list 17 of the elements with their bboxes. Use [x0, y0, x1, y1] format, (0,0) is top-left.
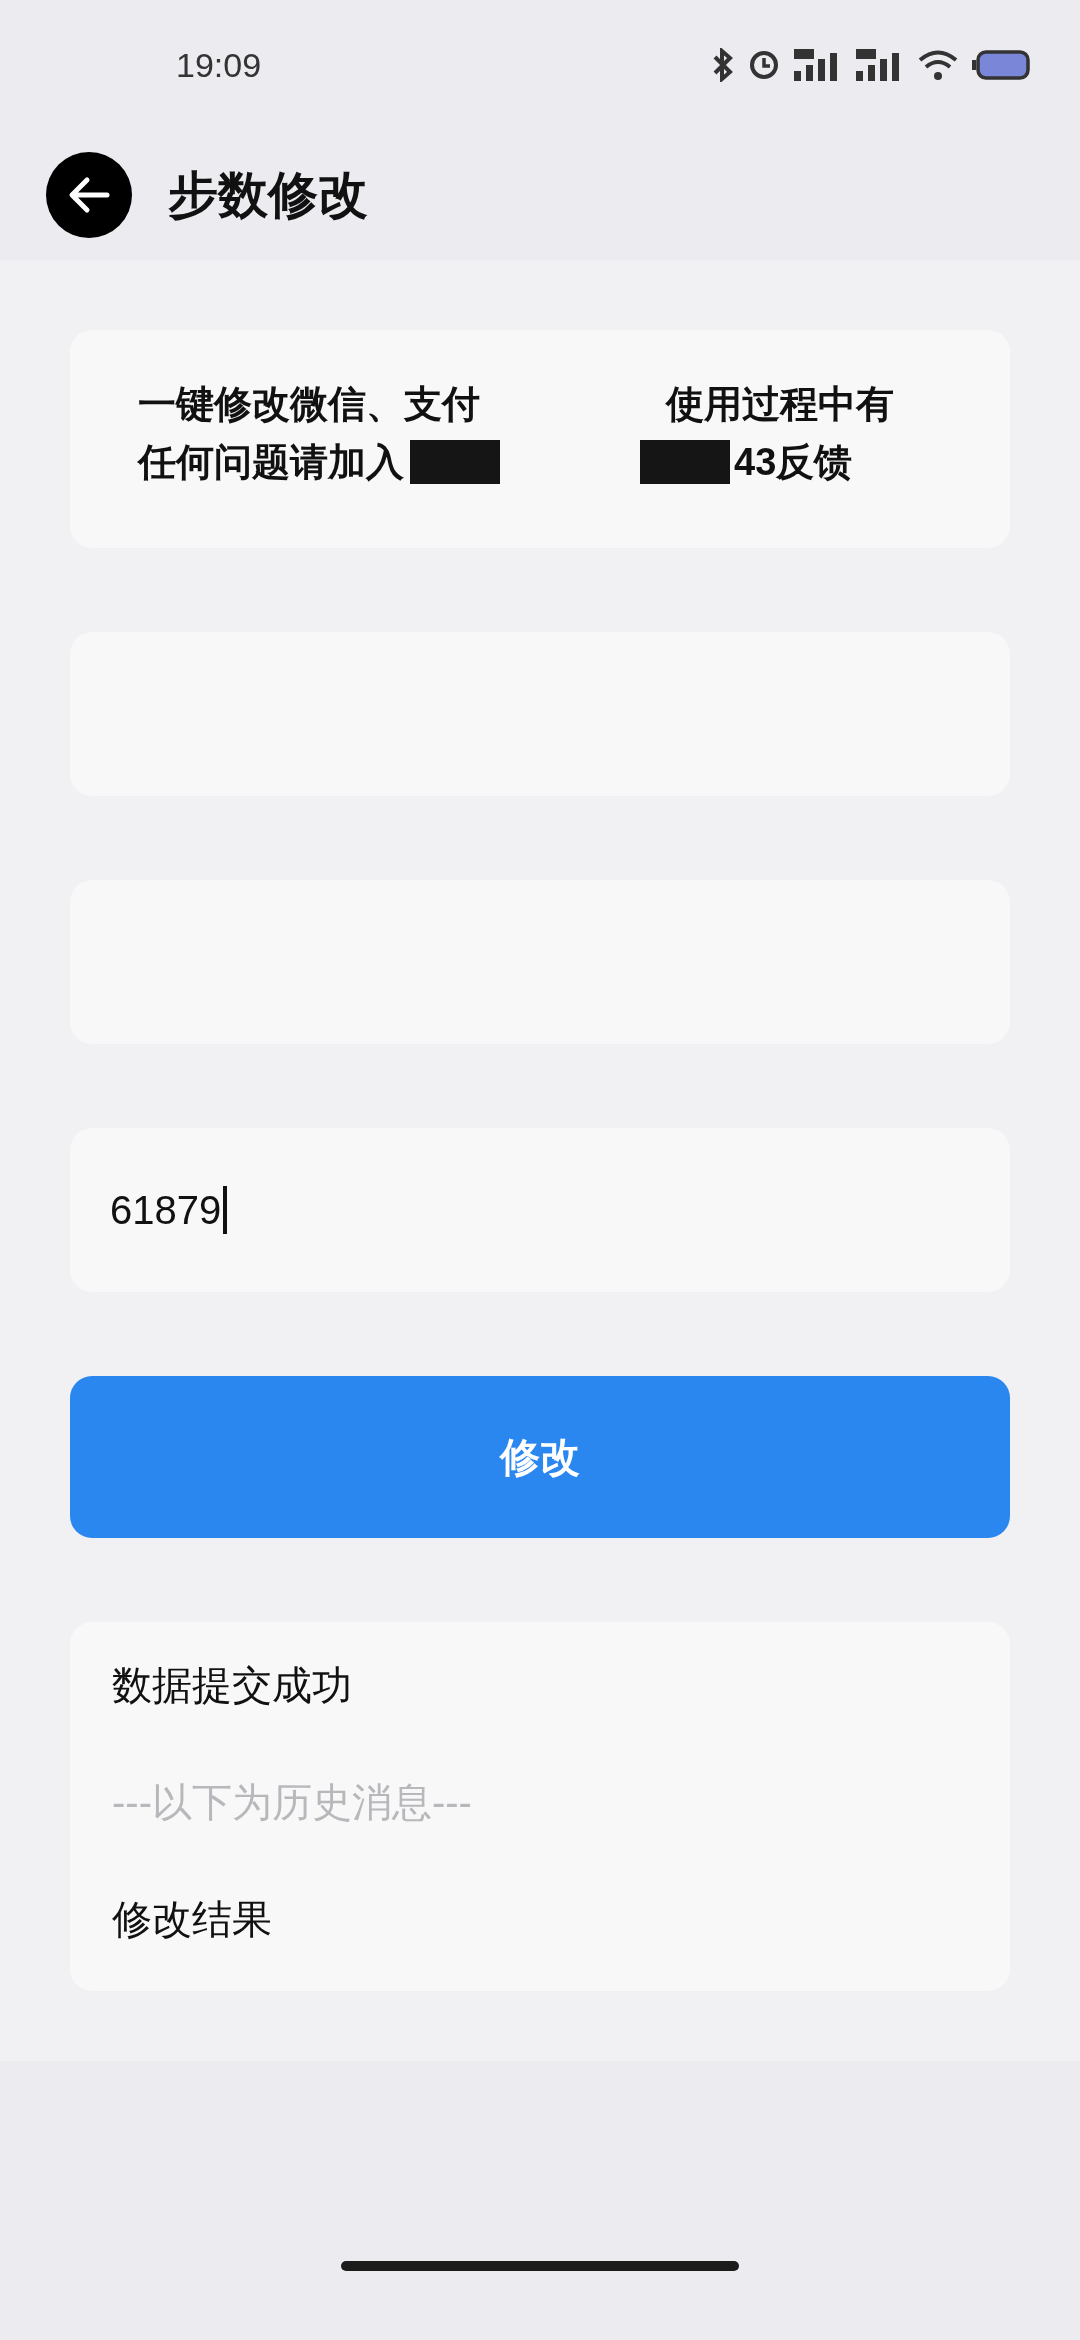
back-arrow-icon	[67, 175, 111, 215]
page-title: 步数修改	[168, 165, 368, 225]
status-time: 19:09	[176, 45, 262, 85]
alarm-clock-icon	[748, 49, 780, 81]
history-divider-text: ---以下为历史消息---	[112, 1779, 473, 1826]
result-message: 数据提交成功	[112, 1662, 353, 1709]
wifi-icon	[916, 49, 960, 81]
result-message: 修改结果	[112, 1896, 273, 1943]
info-text: 一键修改微信、支付	[138, 382, 480, 426]
modify-button[interactable]: 修改	[70, 1376, 1010, 1538]
battery-icon	[972, 50, 1030, 80]
field-value: 61879	[110, 1187, 222, 1233]
info-text: 任何问题请加入	[138, 440, 404, 484]
info-text: 43反馈	[734, 440, 853, 484]
home-indicator[interactable]	[341, 2261, 739, 2271]
info-text: 使用过程中有	[666, 382, 894, 426]
input-field[interactable]: 61879	[70, 1128, 1010, 1292]
